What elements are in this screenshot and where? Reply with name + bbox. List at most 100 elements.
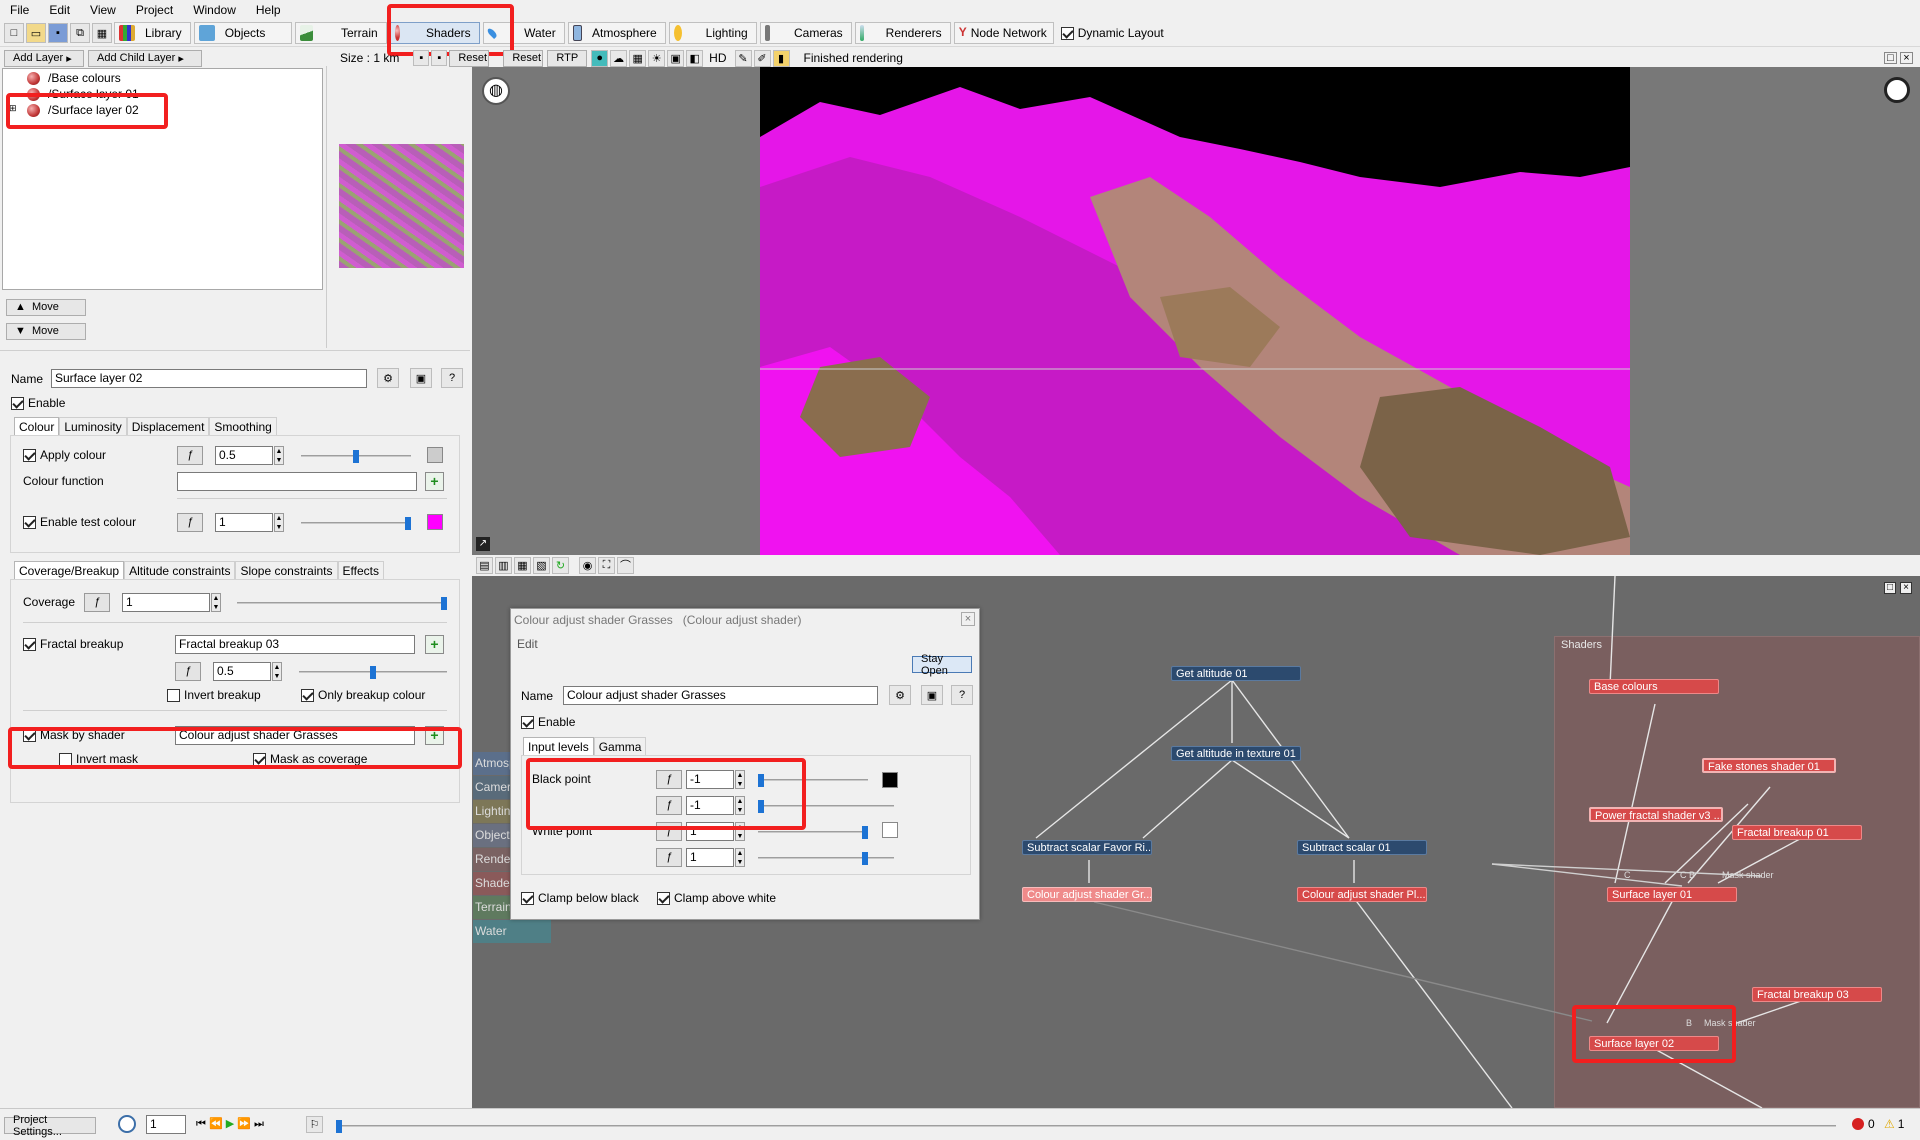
node-get-altitude-in-texture[interactable]: Get altitude in texture 01 (1171, 746, 1301, 761)
black-point-slider-2[interactable] (758, 800, 894, 813)
lock-icon[interactable]: ▮ (772, 49, 790, 67)
error-indicator[interactable]: 0 (1852, 1117, 1875, 1131)
brush-icon[interactable]: ✎ (734, 49, 752, 67)
node-fractal-breakup-03[interactable]: Fractal breakup 03 (1752, 987, 1882, 1002)
fractal-breakup-row[interactable]: Fractal breakup (23, 637, 123, 652)
clamp-below-row[interactable]: Clamp below black (521, 891, 639, 906)
white-point-slider-1[interactable] (758, 826, 868, 839)
fractal-breakup-input[interactable]: Fractal breakup 03 (175, 635, 415, 654)
test-colour-spinner[interactable]: ▲ ▼ (274, 513, 284, 532)
settings-gear-icon[interactable] (1884, 77, 1910, 103)
mask-as-coverage-checkbox[interactable] (253, 753, 266, 767)
side-tab-water[interactable]: Water (473, 920, 551, 943)
menu-help[interactable]: Help (256, 3, 281, 17)
size-up-icon[interactable]: ▪ (431, 50, 448, 66)
enable-checkbox[interactable] (11, 397, 24, 411)
hd-button[interactable]: HD (709, 51, 726, 65)
only-breakup-colour-row[interactable]: Only breakup colour (301, 688, 425, 703)
test-colour-slider[interactable] (301, 517, 411, 530)
stay-open-button[interactable]: Stay Open (912, 653, 972, 677)
tree-item-base-colours[interactable]: /Base colours (27, 71, 121, 85)
coverage-slider-thumb[interactable] (441, 597, 447, 610)
black-point-input-2[interactable]: -1 (686, 796, 734, 815)
tab-input-levels[interactable]: Input levels (523, 737, 594, 756)
node-colour-adjust-pl[interactable]: Colour adjust shader Pl... (1297, 887, 1427, 902)
tree-item-surface-layer-02[interactable]: /Surface layer 02 (27, 103, 139, 117)
apply-colour-row[interactable]: Apply colour (23, 448, 106, 463)
invert-breakup-row[interactable]: Invert breakup (167, 688, 261, 703)
project-settings-button[interactable]: Project Settings... (4, 1114, 96, 1138)
atmosphere-button[interactable]: Atmosphere (567, 22, 666, 44)
tab-colour[interactable]: Colour (14, 417, 60, 436)
move-down-button[interactable]: ▼ Move (6, 322, 86, 340)
clamp-above-checkbox[interactable] (657, 892, 670, 906)
black-swatch[interactable] (882, 772, 898, 788)
water-icon[interactable]: ◧ (686, 49, 704, 67)
light-icon[interactable]: ☀ (648, 49, 666, 67)
breakup-input[interactable]: 0.5 (213, 662, 271, 681)
function-icon[interactable]: ƒ (656, 822, 682, 841)
node-subtract-scalar-01[interactable]: Subtract scalar 01 (1297, 840, 1427, 855)
objects-button[interactable]: Objects (193, 22, 292, 44)
name-input[interactable]: Surface layer 02 (51, 369, 367, 388)
test-colour-input[interactable]: 1 (215, 513, 273, 532)
function-icon[interactable]: ƒ (84, 593, 110, 612)
timeline-slider[interactable] (336, 1120, 1836, 1133)
function-icon[interactable]: ƒ (656, 796, 682, 815)
tab-smoothing[interactable]: Smoothing (209, 417, 277, 436)
menu-file[interactable]: File (10, 3, 29, 17)
slider-thumb[interactable] (862, 852, 868, 865)
water-button[interactable]: Water (482, 22, 565, 44)
apply-colour-slider[interactable] (301, 450, 411, 463)
coverage-spinner[interactable]: ▲ ▼ (211, 593, 221, 612)
save-as-icon[interactable]: ⧉ (70, 23, 90, 43)
breakup-slider[interactable] (299, 666, 447, 679)
dialog-enable-row[interactable]: Enable (521, 715, 575, 730)
save-icon[interactable]: ▪ (48, 23, 68, 43)
add-node-icon[interactable]: + (425, 635, 444, 654)
tab-slope-constraints[interactable]: Slope constraints (235, 561, 338, 580)
apply-colour-input[interactable]: 0.5 (215, 446, 273, 465)
mask-by-shader-row[interactable]: Mask by shader (23, 728, 125, 743)
help-icon[interactable]: ? (441, 368, 463, 388)
refresh-icon[interactable]: ↻ (552, 556, 569, 574)
tab-effects[interactable]: Effects (337, 561, 384, 580)
slider-thumb[interactable] (758, 774, 764, 787)
close-icon[interactable]: × (961, 612, 975, 626)
function-icon[interactable]: ƒ (177, 513, 203, 532)
fit-icon[interactable]: ⛶ (598, 556, 615, 574)
add-layer-button[interactable]: Add Layer ▸ (4, 49, 84, 67)
view-mode-icon[interactable]: ▤ (476, 556, 493, 574)
maximize-icon[interactable]: □ (1884, 52, 1897, 64)
node-get-altitude[interactable]: Get altitude 01 (1171, 666, 1301, 681)
coverage-slider[interactable] (237, 597, 447, 610)
cloud-icon[interactable]: ☁ (610, 49, 628, 67)
invert-mask-checkbox[interactable] (59, 753, 72, 767)
menu-window[interactable]: Window (193, 3, 236, 17)
3d-viewport[interactable]: ◍ ↗ (472, 67, 1920, 555)
apply-colour-checkbox[interactable] (23, 449, 36, 463)
function-icon[interactable]: ƒ (177, 446, 203, 465)
tab-altitude-constraints[interactable]: Altitude constraints (124, 561, 236, 580)
view-mode4-icon[interactable]: ▧ (533, 556, 550, 574)
function-icon[interactable]: ƒ (175, 662, 201, 681)
black-point-slider-1[interactable] (758, 774, 868, 787)
gear-icon[interactable]: ⚙ (889, 685, 911, 705)
play-icon[interactable]: ▶ (226, 1118, 234, 1130)
view-mode3-icon[interactable]: ▦ (514, 556, 531, 574)
node-fractal-breakup-01[interactable]: Fractal breakup 01 (1732, 825, 1862, 840)
curve-icon[interactable]: ⌒ (617, 556, 634, 574)
playback-controls[interactable]: ⏮ ⏪ ▶ ⏩ ⏭ (196, 1117, 264, 1131)
add-node-icon[interactable]: + (425, 472, 444, 491)
dynamic-layout-checkbox[interactable] (1060, 26, 1074, 40)
node-fake-stones-shader[interactable]: Fake stones shader 01 (1702, 758, 1836, 773)
navigation-globe-icon[interactable]: ◍ (482, 77, 510, 105)
add-node-icon[interactable]: + (425, 726, 444, 745)
gear-icon[interactable]: ⚙ (377, 368, 399, 388)
clock-icon[interactable] (118, 1115, 136, 1133)
add-child-layer-button[interactable]: Add Child Layer ▸ (88, 49, 202, 67)
enable-test-colour-row[interactable]: Enable test colour (23, 515, 136, 530)
invert-mask-row[interactable]: Invert mask (59, 752, 138, 767)
enable-test-colour-checkbox[interactable] (23, 516, 36, 530)
render-icon[interactable]: ▦ (92, 23, 112, 43)
